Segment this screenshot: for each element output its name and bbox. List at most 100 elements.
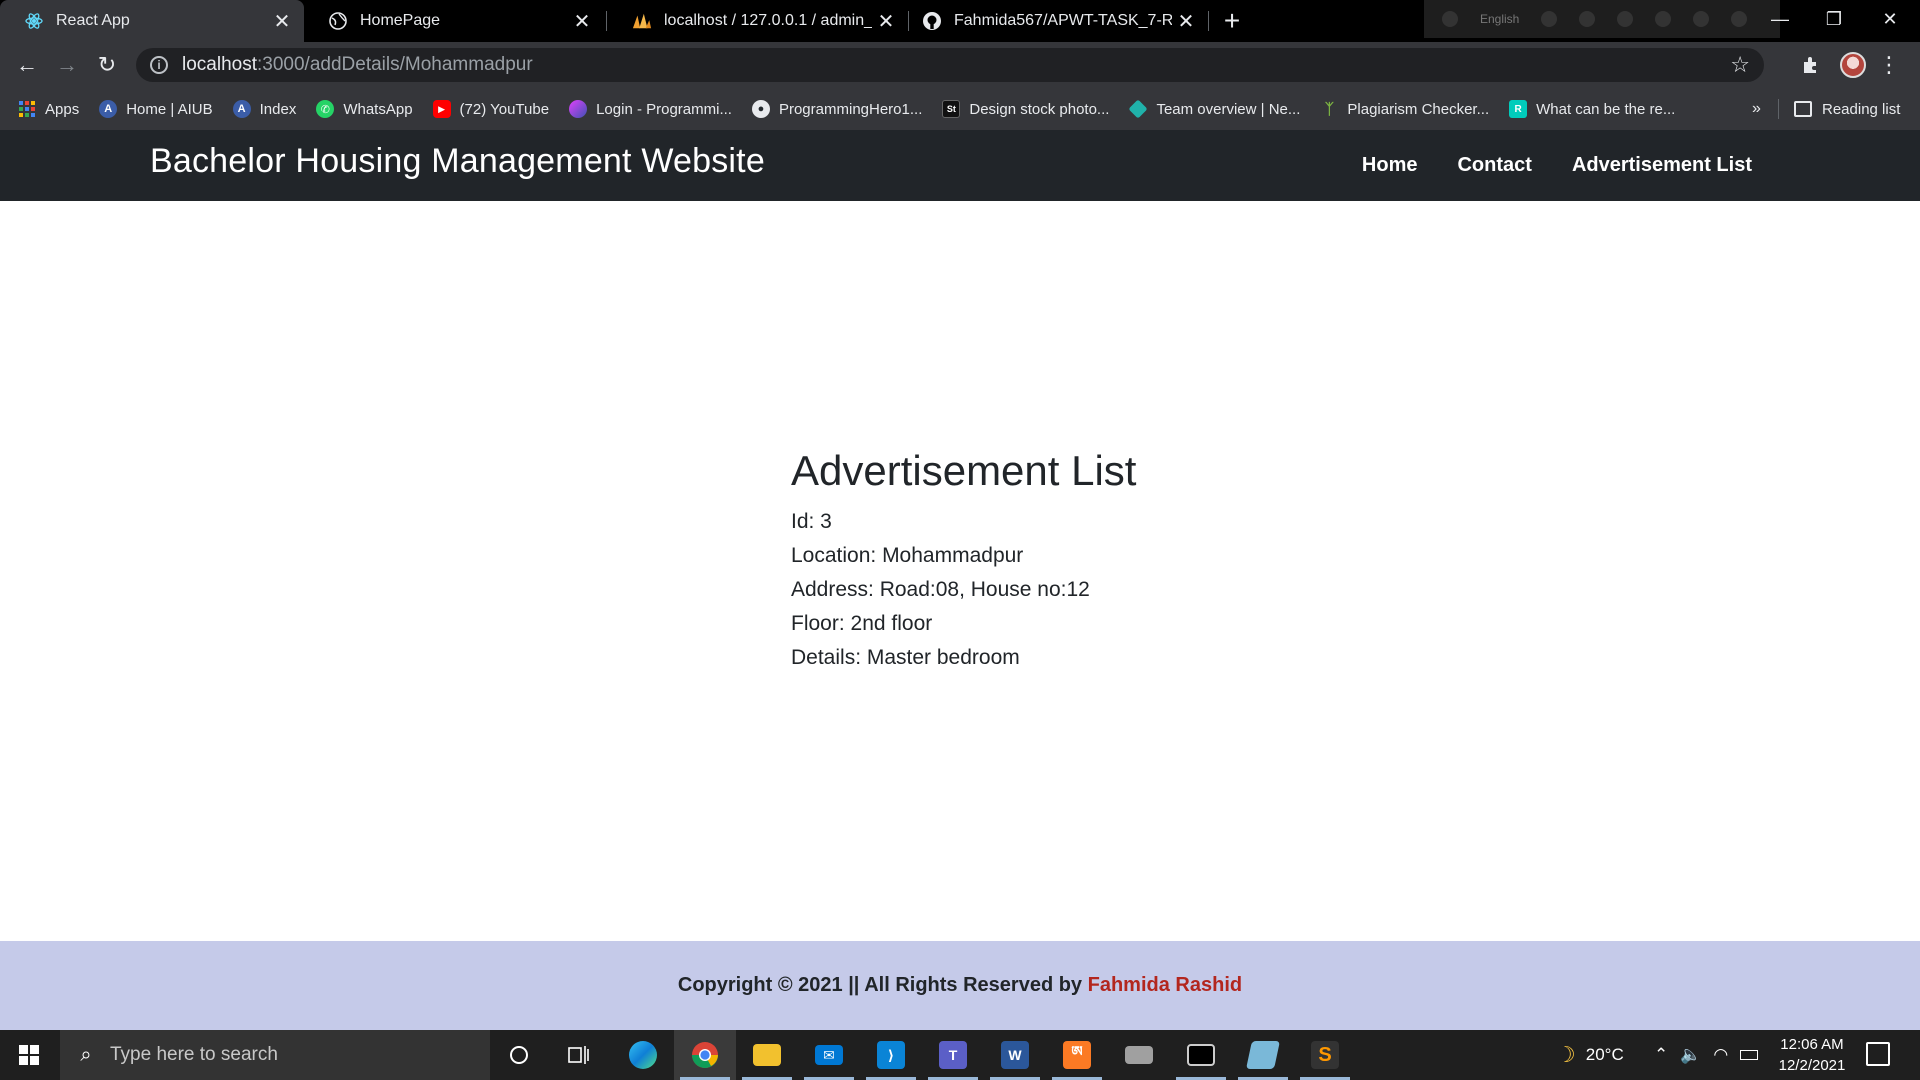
tab-react-app[interactable]: React App ✕: [0, 0, 304, 42]
apps-grid-icon: [18, 100, 36, 118]
youtube-icon: ▶: [432, 100, 451, 118]
bookmark-divider: [1778, 99, 1779, 119]
system-tray: ⌃ 🔈 ◠: [1654, 1030, 1759, 1080]
word-icon[interactable]: W: [984, 1030, 1046, 1080]
chrome-icon[interactable]: [674, 1030, 736, 1080]
taskbar-clock[interactable]: 12:06 AM 12/2/2021: [1764, 1034, 1860, 1076]
teams-icon[interactable]: T: [922, 1030, 984, 1080]
mail-icon[interactable]: ✉: [798, 1030, 860, 1080]
xampp-icon[interactable]: ཨ: [1046, 1030, 1108, 1080]
tab-title: localhost / 127.0.0.1 / admin_db /: [664, 12, 872, 29]
taskbar-search-box[interactable]: ⌕ Type here to search: [60, 1030, 490, 1080]
more-bookmarks-chevron-icon[interactable]: »: [1752, 88, 1761, 130]
close-window-icon[interactable]: ✕: [1860, 0, 1920, 38]
bookmark-label: What can be the re...: [1536, 100, 1676, 118]
tray-app-icon: [1617, 11, 1634, 27]
close-tab-icon[interactable]: ✕: [1172, 7, 1200, 35]
netlify-icon: [1128, 99, 1148, 119]
react-icon: [24, 11, 44, 31]
site-brand[interactable]: Bachelor Housing Management Website: [150, 142, 765, 181]
main-content: Advertisement List Id: 3 Location: Moham…: [0, 201, 1920, 941]
back-arrow-icon[interactable]: ←: [12, 50, 42, 80]
tray-app-icon: [1579, 11, 1596, 27]
search-placeholder: Type here to search: [110, 1044, 278, 1065]
bookmark-label: (72) YouTube: [459, 100, 550, 118]
bookmark-whatsapp[interactable]: ✆ WhatsApp: [316, 100, 413, 118]
task-view-icon[interactable]: [548, 1030, 610, 1080]
reading-list-icon: [1794, 101, 1812, 117]
clock-time: 12:06 AM: [1780, 1036, 1844, 1053]
ad-address: Address: Road:08, House no:12: [791, 578, 1090, 601]
forward-arrow-icon[interactable]: →: [52, 50, 82, 80]
tab-divider: [606, 11, 607, 31]
overlay-tray: English: [1424, 0, 1780, 38]
nav-link-advertisement-list[interactable]: Advertisement List: [1572, 154, 1752, 177]
bookmark-star-icon[interactable]: ☆: [1730, 52, 1750, 78]
site-info-icon[interactable]: i: [150, 56, 168, 74]
bookmark-youtube[interactable]: ▶ (72) YouTube: [432, 100, 550, 118]
url-path: :3000/addDetails/Mohammadpur: [257, 54, 533, 75]
file-explorer-icon[interactable]: [736, 1030, 798, 1080]
new-tab-button[interactable]: +: [1218, 5, 1246, 36]
whatsapp-icon: ✆: [316, 100, 335, 118]
bookmark-label: Login - Programmi...: [596, 100, 732, 118]
terminal-icon[interactable]: [1170, 1030, 1232, 1080]
printer-icon[interactable]: [1108, 1030, 1170, 1080]
bookmark-plagiarism-checker[interactable]: ᛉ Plagiarism Checker...: [1320, 100, 1489, 118]
close-tab-icon[interactable]: ✕: [872, 7, 900, 35]
tray-app-icon: [1541, 11, 1558, 27]
battery-icon[interactable]: [1740, 1050, 1759, 1060]
close-tab-icon[interactable]: ✕: [268, 7, 296, 35]
address-bar[interactable]: i localhost :3000/addDetails/Mohammadpur…: [136, 48, 1764, 82]
researchgate-icon: R: [1509, 100, 1528, 118]
bookmark-apps[interactable]: Apps: [18, 100, 79, 118]
bookmark-netlify-team[interactable]: Team overview | Ne...: [1128, 99, 1300, 119]
aiub-icon: A: [99, 100, 118, 118]
profile-avatar[interactable]: [1840, 52, 1866, 78]
phpmyadmin-icon: [632, 11, 652, 31]
tab-github[interactable]: Fahmida567/APWT-TASK_7-Reac ✕: [898, 0, 1208, 42]
start-button[interactable]: [0, 1030, 58, 1080]
nav-link-home[interactable]: Home: [1362, 154, 1418, 177]
extensions-puzzle-icon[interactable]: [1800, 54, 1822, 76]
footer-author: Fahmida Rashid: [1087, 974, 1243, 996]
clock-date: 12/2/2021: [1778, 1057, 1846, 1074]
restore-icon[interactable]: ❐: [1804, 0, 1864, 38]
weather-temperature: 20°C: [1585, 1045, 1624, 1064]
site-footer: Copyright © 2021 || All Rights Reserved …: [0, 941, 1920, 1030]
page-title: Advertisement List: [791, 447, 1137, 494]
advertisement-details: Advertisement List Id: 3 Location: Moham…: [791, 447, 1136, 675]
wifi-icon[interactable]: ◠: [1713, 1045, 1728, 1065]
bookmark-programming-hero-login[interactable]: Login - Programmi...: [569, 100, 732, 118]
bookmark-label: Apps: [45, 100, 80, 118]
tab-homepage[interactable]: HomePage ✕: [304, 0, 604, 42]
cortana-icon[interactable]: [488, 1030, 550, 1080]
browser-toolbar: ← → ↻ i localhost :3000/addDetails/Moham…: [0, 42, 1920, 88]
bookmark-label: Design stock photo...: [969, 100, 1110, 118]
reading-list-button[interactable]: Reading list: [1794, 88, 1900, 130]
reading-list-label: Reading list: [1822, 100, 1901, 118]
edge-icon[interactable]: [612, 1030, 674, 1080]
bookmark-researchgate[interactable]: R What can be the re...: [1509, 100, 1675, 118]
bookmark-index[interactable]: A Index: [232, 100, 297, 118]
weather-widget[interactable]: ☽ 20°C: [1556, 1030, 1624, 1080]
copyright-text: Copyright © 2021 || All Rights Reserved …: [678, 974, 1242, 997]
vscode-icon[interactable]: ⟩: [860, 1030, 922, 1080]
bookmark-label: Index: [259, 100, 297, 118]
minimize-icon[interactable]: —: [1750, 0, 1810, 38]
show-hidden-icons-chevron-icon[interactable]: ⌃: [1654, 1045, 1668, 1065]
language-indicator: English: [1480, 12, 1520, 26]
notification-center-icon[interactable]: [1866, 1042, 1890, 1066]
menu-kebab-icon[interactable]: ⋮: [1878, 52, 1900, 78]
sublime-icon[interactable]: S: [1294, 1030, 1356, 1080]
close-tab-icon[interactable]: ✕: [568, 7, 596, 35]
notepad-icon[interactable]: [1232, 1030, 1294, 1080]
bookmark-programming-hero-github[interactable]: ● ProgrammingHero1...: [751, 100, 922, 118]
bookmark-aiub-home[interactable]: A Home | AIUB: [99, 100, 213, 118]
bookmark-label: Home | AIUB: [126, 100, 213, 118]
volume-icon[interactable]: 🔈: [1680, 1045, 1701, 1065]
tab-phpmyadmin[interactable]: localhost / 127.0.0.1 / admin_db / ✕: [608, 0, 908, 42]
bookmark-design-stock[interactable]: St Design stock photo...: [942, 100, 1109, 118]
reload-icon[interactable]: ↻: [92, 50, 122, 80]
nav-link-contact[interactable]: Contact: [1457, 154, 1531, 177]
